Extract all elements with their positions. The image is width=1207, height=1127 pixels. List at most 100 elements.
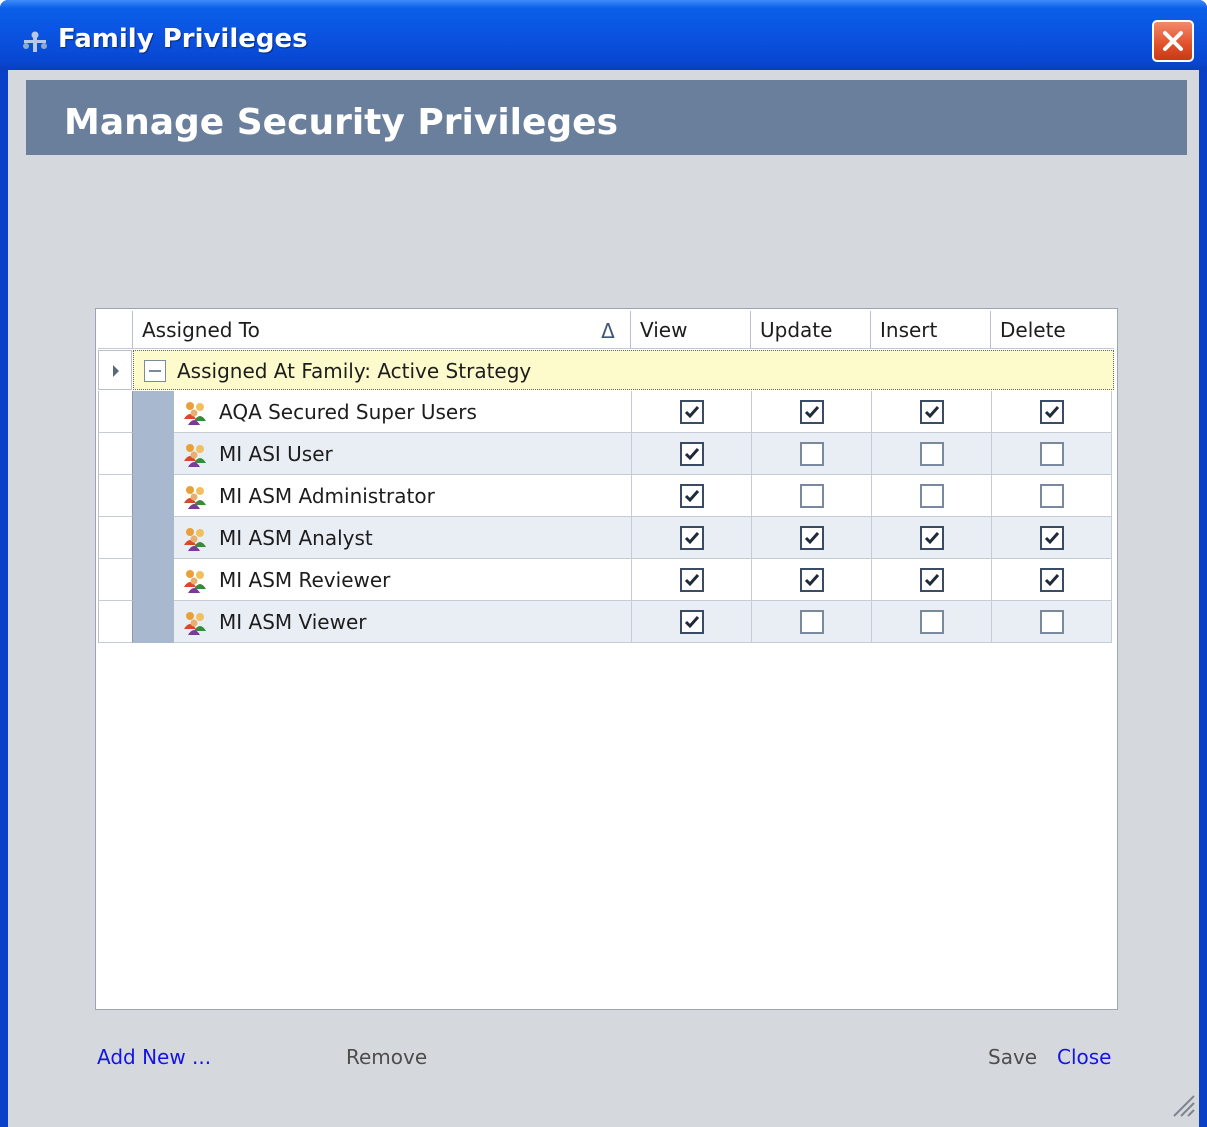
row-selector[interactable] xyxy=(98,559,133,601)
user-group-icon xyxy=(184,612,206,635)
privileges-grid[interactable]: Assigned To Δ View Update Insert Delete xyxy=(95,308,1118,1010)
update-checkbox[interactable] xyxy=(800,610,824,634)
insert-checkbox[interactable] xyxy=(920,568,944,592)
row-selector[interactable] xyxy=(98,475,133,517)
delete-cell xyxy=(992,517,1112,559)
window-title: Family Privileges xyxy=(58,24,308,54)
user-group-icon xyxy=(184,528,206,551)
header-banner: Manage Security Privileges xyxy=(26,80,1187,155)
row-selector[interactable] xyxy=(98,433,133,475)
table-row[interactable]: MI ASI User xyxy=(98,433,1114,475)
user-group-icon xyxy=(184,486,206,509)
column-header-assigned-to[interactable]: Assigned To xyxy=(132,311,630,349)
assigned-to-label: MI ASM Analyst xyxy=(219,526,373,550)
row-selector[interactable] xyxy=(98,601,133,643)
column-label-assigned-to: Assigned To xyxy=(142,318,260,342)
update-checkbox[interactable] xyxy=(800,568,824,592)
grid-header: Assigned To Δ View Update Insert Delete xyxy=(98,311,1114,349)
row-selector[interactable] xyxy=(98,517,133,559)
checkmark-icon xyxy=(804,532,820,545)
group-indent xyxy=(133,433,174,475)
column-header-update[interactable]: Update xyxy=(750,311,870,349)
collapse-group-icon[interactable] xyxy=(144,360,166,382)
group-row-selector[interactable] xyxy=(98,350,132,390)
table-row[interactable]: MI ASM Administrator xyxy=(98,475,1114,517)
update-cell xyxy=(752,433,872,475)
group-indent xyxy=(133,601,174,643)
header-selector xyxy=(98,311,132,349)
insert-checkbox[interactable] xyxy=(920,400,944,424)
close-link[interactable]: Close xyxy=(1057,1045,1111,1069)
close-window-button[interactable] xyxy=(1152,20,1194,62)
resize-grip-icon[interactable] xyxy=(1168,1090,1196,1118)
column-label-view: View xyxy=(640,318,688,342)
table-row[interactable]: MI ASM Reviewer xyxy=(98,559,1114,601)
sort-ascending-icon[interactable]: Δ xyxy=(593,311,623,349)
delete-checkbox[interactable] xyxy=(1040,610,1064,634)
page-title: Manage Security Privileges xyxy=(64,102,619,143)
table-row[interactable]: AQA Secured Super Users xyxy=(98,391,1114,433)
checkmark-icon xyxy=(684,406,700,419)
assigned-to-cell[interactable]: MI ASM Viewer xyxy=(174,601,632,643)
checkmark-icon xyxy=(684,448,700,461)
update-cell xyxy=(752,517,872,559)
insert-cell xyxy=(872,433,992,475)
update-cell xyxy=(752,559,872,601)
assigned-to-label: MI ASM Viewer xyxy=(219,610,367,634)
update-checkbox[interactable] xyxy=(800,400,824,424)
group-label: Assigned At Family: Active Strategy xyxy=(177,359,532,383)
add-new-link[interactable]: Add New ... xyxy=(97,1045,211,1069)
delete-checkbox[interactable] xyxy=(1040,400,1064,424)
save-link[interactable]: Save xyxy=(988,1045,1037,1069)
group-band: Assigned At Family: Active Strategy xyxy=(133,350,1114,390)
update-checkbox[interactable] xyxy=(800,526,824,550)
assigned-to-cell[interactable]: AQA Secured Super Users xyxy=(174,391,632,433)
update-cell xyxy=(752,475,872,517)
update-checkbox[interactable] xyxy=(800,442,824,466)
row-pointer-icon xyxy=(113,365,119,377)
dialog-window: Family Privileges Manage Security Privil… xyxy=(0,0,1207,1127)
view-cell xyxy=(632,601,752,643)
column-header-insert[interactable]: Insert xyxy=(870,311,990,349)
assigned-to-cell[interactable]: MI ASM Reviewer xyxy=(174,559,632,601)
row-selector[interactable] xyxy=(98,391,133,433)
group-row[interactable]: Assigned At Family: Active Strategy xyxy=(98,350,1114,390)
insert-checkbox[interactable] xyxy=(920,484,944,508)
assigned-to-cell[interactable]: MI ASM Administrator xyxy=(174,475,632,517)
view-checkbox[interactable] xyxy=(680,568,704,592)
remove-link[interactable]: Remove xyxy=(346,1045,427,1069)
column-header-view[interactable]: View xyxy=(630,311,750,349)
delete-checkbox[interactable] xyxy=(1040,484,1064,508)
column-label-update: Update xyxy=(760,318,833,342)
delete-checkbox[interactable] xyxy=(1040,568,1064,592)
update-cell xyxy=(752,391,872,433)
insert-checkbox[interactable] xyxy=(920,526,944,550)
delete-cell xyxy=(992,475,1112,517)
insert-checkbox[interactable] xyxy=(920,442,944,466)
assigned-to-cell[interactable]: MI ASM Analyst xyxy=(174,517,632,559)
table-row[interactable]: MI ASM Analyst xyxy=(98,517,1114,559)
title-bar[interactable]: Family Privileges xyxy=(0,0,1207,70)
insert-checkbox[interactable] xyxy=(920,610,944,634)
table-row[interactable]: MI ASM Viewer xyxy=(98,601,1114,643)
checkmark-icon xyxy=(924,532,940,545)
view-checkbox[interactable] xyxy=(680,442,704,466)
view-checkbox[interactable] xyxy=(680,526,704,550)
view-cell xyxy=(632,517,752,559)
assigned-to-cell[interactable]: MI ASI User xyxy=(174,433,632,475)
delete-checkbox[interactable] xyxy=(1040,442,1064,466)
assigned-to-label: MI ASM Reviewer xyxy=(219,568,391,592)
column-header-delete[interactable]: Delete xyxy=(990,311,1114,349)
view-checkbox[interactable] xyxy=(680,400,704,424)
view-checkbox[interactable] xyxy=(680,484,704,508)
update-checkbox[interactable] xyxy=(800,484,824,508)
insert-cell xyxy=(872,391,992,433)
view-checkbox[interactable] xyxy=(680,610,704,634)
insert-cell xyxy=(872,517,992,559)
dialog-body: Manage Security Privileges Assigned To Δ… xyxy=(8,70,1199,1127)
checkmark-icon xyxy=(1044,532,1060,545)
delete-checkbox[interactable] xyxy=(1040,526,1064,550)
checkmark-icon xyxy=(684,490,700,503)
group-indent xyxy=(133,475,174,517)
group-indent xyxy=(133,559,174,601)
